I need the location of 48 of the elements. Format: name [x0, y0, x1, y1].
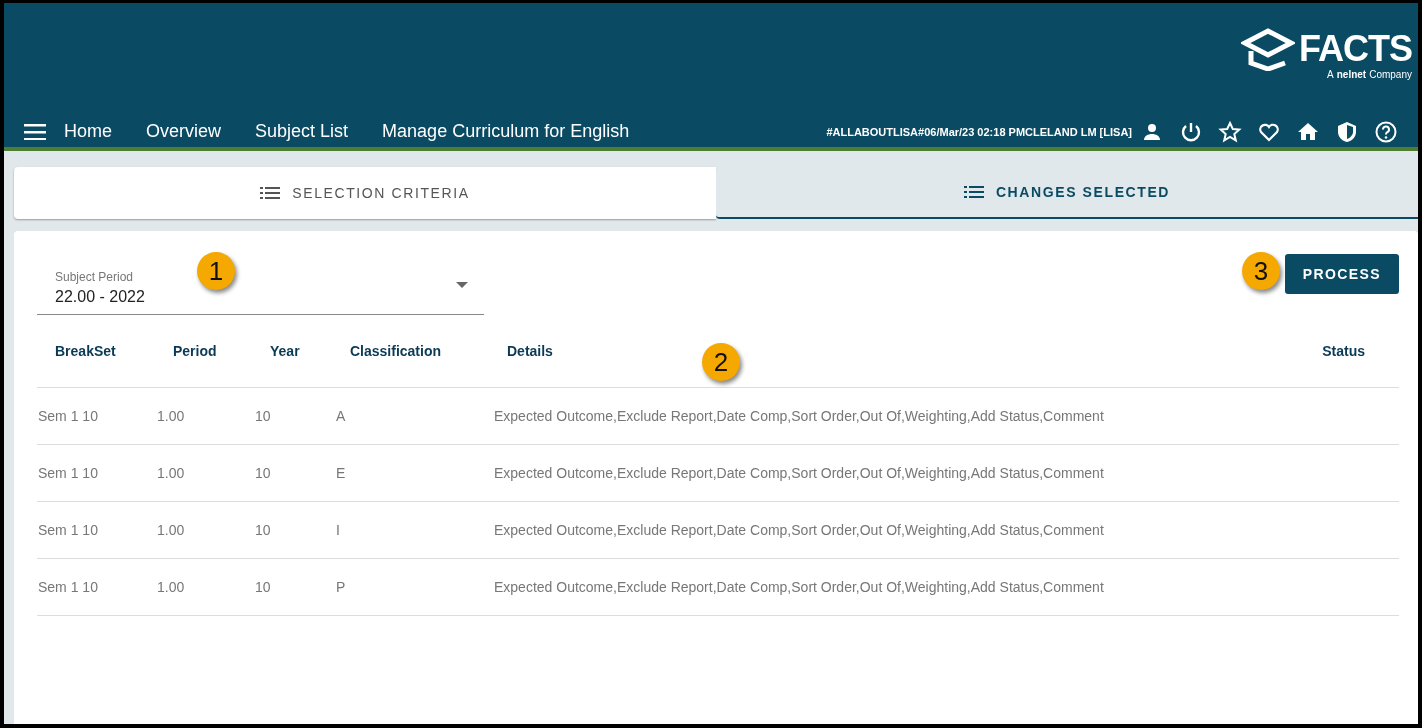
nav-link[interactable]: Manage Curriculum for English — [382, 121, 630, 143]
table-cell-text: Expected Outcome,Exclude Report,Date Comp,Sort Order,Out Of,Weighting,Add Status,Comment — [493, 522, 1105, 538]
nav-link[interactable]: Subject List — [255, 121, 349, 143]
tagline-brand: nelnet — [1336, 69, 1367, 80]
table-cell-text: 10 — [254, 408, 272, 424]
table-cell-text: Sem 1 10 — [37, 465, 99, 481]
shield-icon[interactable] — [1335, 119, 1359, 144]
caret-icon — [456, 282, 468, 288]
column-header: Status — [1321, 343, 1366, 359]
tagline-text: Company — [1369, 69, 1412, 80]
star-icon[interactable] — [1218, 119, 1242, 144]
logo-text: FACTS — [1299, 28, 1412, 70]
table-cell-text: 10 — [254, 579, 272, 595]
mortarboard-icon — [1241, 27, 1295, 71]
column-header: BreakSet — [55, 343, 117, 359]
callout-badge: 1 — [197, 252, 235, 290]
session-info: #ALLABOUTLISA#06/Mar/23 02:18 PMCLELAND LM [LISA] — [826, 125, 1132, 138]
table-cell-text: 1.00 — [156, 465, 186, 481]
table-cell-text: Expected Outcome,Exclude Report,Date Comp,Sort Order,Out Of,Weighting,Add Status,Comment — [493, 465, 1105, 481]
callout-badge: 3 — [1242, 252, 1280, 290]
list-icon — [963, 185, 984, 199]
table-cell-text: 10 — [254, 522, 272, 538]
table-cell-text: 10 — [254, 465, 272, 481]
list-icon — [260, 186, 281, 200]
nav-link[interactable]: Home — [64, 121, 112, 143]
menu-icon[interactable] — [24, 123, 46, 140]
table-cell-text: 1.00 — [156, 522, 186, 538]
tagline-text: A — [1327, 69, 1334, 80]
table-cell-text: Expected Outcome,Exclude Report,Date Comp,Sort Order,Out Of,Weighting,Add Status,Comment — [493, 579, 1105, 595]
table-cell-text: 1.00 — [156, 408, 186, 424]
callout-badge: 2 — [702, 343, 740, 381]
process-button[interactable]: PROCESS — [1284, 254, 1399, 294]
table-cell-text: Sem 1 10 — [37, 579, 99, 595]
table-cell-text: Sem 1 10 — [37, 408, 99, 424]
table-cell-text: I — [335, 522, 341, 538]
column-header: Year — [270, 343, 301, 359]
tab[interactable]: SELECTION CRITERIA — [14, 167, 716, 219]
column-header: Period — [173, 343, 218, 359]
table-cell-text: Expected Outcome,Exclude Report,Date Comp,Sort Order,Out Of,Weighting,Add Status,Comment — [493, 408, 1105, 424]
table-cell-text: A — [335, 408, 347, 424]
help-icon[interactable] — [1374, 119, 1398, 144]
column-header: Classification — [350, 343, 443, 359]
table-cell-text: P — [335, 579, 347, 595]
table-cell-text: Sem 1 10 — [37, 522, 99, 538]
column-header: Details — [507, 343, 554, 359]
table-cell-text: E — [335, 465, 347, 481]
nav-link[interactable]: Overview — [146, 121, 222, 143]
table-cell-text: 1.00 — [156, 579, 186, 595]
